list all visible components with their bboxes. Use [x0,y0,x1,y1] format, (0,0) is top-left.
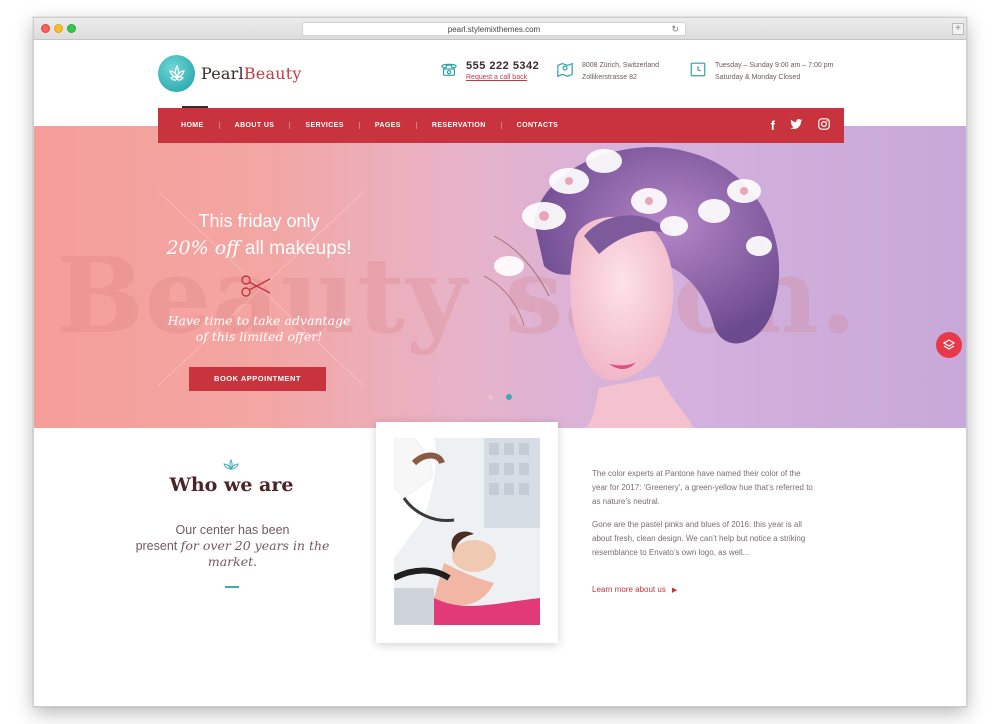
scissors-icon [241,275,271,297]
hero-title-rest: all makeups! [239,238,352,259]
twitter-icon[interactable] [790,118,803,133]
nav-separator [289,122,291,129]
close-window-button[interactable] [41,24,50,33]
hero-discount: 20% off [166,237,240,259]
section-divider [225,586,239,588]
slider-dot-1[interactable] [488,394,493,400]
about-paragraph-2: Gone are the pastel pinks and blues of 2… [592,520,806,557]
nav-pages[interactable]: PAGES [375,122,401,129]
slider-dots [488,394,525,400]
screenshot-stage: pearl.stylemixthemes.com ↻ + PearlBeauty… [0,0,1000,724]
hero-subtitle-line-2: of this limited offer! [195,329,323,344]
lotus-icon [223,459,239,471]
slider-dot-2[interactable] [506,394,512,400]
model-portrait-image [483,147,780,428]
reload-icon[interactable]: ↻ [671,23,679,36]
address-bar[interactable]: pearl.stylemixthemes.com ↻ [302,22,686,36]
hours-info: Tuesday – Sunday 9:00 am – 7:00 pm Satur… [689,60,833,84]
nav-separator [218,122,220,129]
site-logo[interactable]: PearlBeauty [158,55,302,92]
who-text-market: market. [207,554,258,569]
nav-about-us[interactable]: ABOUT US [235,122,275,129]
logo-text: PearlBeauty [201,64,302,83]
hero-title-line-1: This friday only [198,211,320,231]
nav-home[interactable]: HOME [181,122,204,129]
learn-more-label: Learn more about us [592,585,666,594]
nav-reservation[interactable]: RESERVATION [432,122,486,129]
hours-line-2: Saturday & Monday Closed [715,74,801,81]
layers-icon [942,339,956,350]
new-tab-button[interactable]: + [952,23,964,35]
book-appointment-button[interactable]: BOOK APPOINTMENT [189,367,326,391]
phone-number[interactable]: 555 222 5342 [466,60,539,72]
hero-subtitle-line-1: Have time to take advantage [167,313,351,328]
nav-separator [358,122,360,129]
who-text-present: present [135,539,178,553]
address-line-1: 8008 Zürich, Switzerland [582,62,660,69]
who-text-line-1: Our center has been [175,523,290,537]
phone-info: 555 222 5342 Request a call back [440,60,539,83]
main-navigation: HOME ABOUT US SERVICES PAGES RESERVATION… [158,106,844,143]
request-callback-link[interactable]: Request a call back [466,72,539,83]
facebook-icon[interactable]: f [771,118,775,133]
telephone-icon [441,63,457,76]
salon-hairwash-photo [394,438,540,625]
address-line-2: Zollikerstrasse 82 [582,74,637,81]
nav-services[interactable]: SERVICES [305,122,343,129]
nav-separator [415,122,417,129]
address-info: 8008 Zürich, Switzerland Zollikerstrasse… [556,60,659,84]
nav-contacts[interactable]: CONTACTS [517,122,559,129]
logo-name-part1: Pearl [201,64,244,83]
hours-line-1: Tuesday – Sunday 9:00 am – 7:00 pm [715,62,834,69]
who-text-italic: for over 20 years in the [180,538,330,553]
who-we-are-text: Our center has been present for over 20 … [130,523,335,569]
salon-photo-card [376,422,558,643]
map-pin-icon [557,62,573,78]
who-we-are-title: Who we are [169,474,294,496]
lotus-logo-icon [158,55,195,92]
minimize-window-button[interactable] [54,24,63,33]
instagram-icon[interactable] [818,118,830,133]
hero-title-line-2: 20% off all makeups! [134,237,384,260]
logo-name-part2: Beauty [243,64,302,83]
maximize-window-button[interactable] [67,24,76,33]
hero-slider: Beauty salon. This friday only 20% off a… [34,126,966,428]
nav-separator [500,122,502,129]
layers-float-button[interactable] [936,332,962,358]
hero-subtitle: Have time to take advantage of this limi… [144,313,374,345]
learn-more-link[interactable]: Learn more about us ▶ [592,585,677,594]
clock-calendar-icon [690,62,706,77]
chevron-right-icon: ▶ [671,587,678,594]
social-links: f [756,108,830,143]
about-paragraph-1: The color experts at Pantone have named … [592,469,813,506]
browser-titlebar: pearl.stylemixthemes.com ↻ + [34,18,966,40]
address-url: pearl.stylemixthemes.com [447,25,541,34]
